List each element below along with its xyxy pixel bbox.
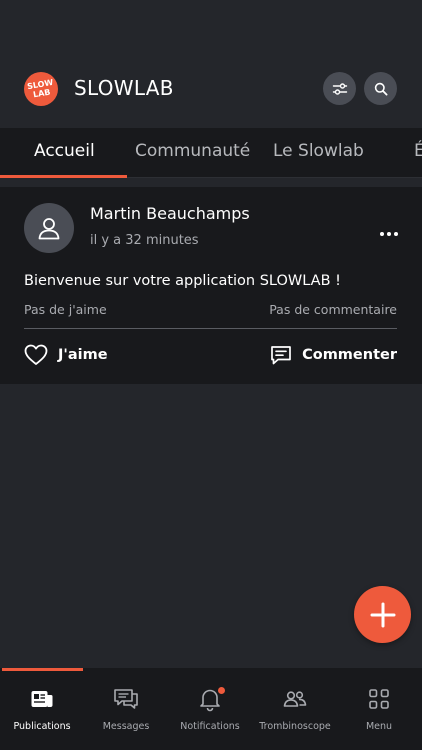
nav-label-messages: Messages — [102, 721, 150, 732]
nav-label-trombinoscope: Trombinoscope — [259, 721, 331, 732]
app-logo: SLOW LAB — [24, 72, 58, 106]
nav-label-menu: Menu — [365, 721, 393, 732]
tab-le-slowlab[interactable]: Le Slowlab — [273, 141, 364, 161]
create-post-button[interactable] — [354, 586, 411, 643]
comment-icon — [271, 346, 291, 365]
active-nav-indicator — [2, 668, 83, 671]
comments-count[interactable]: Pas de commentaire — [269, 302, 397, 317]
active-tab-indicator — [0, 175, 127, 178]
comment-label: Commenter — [302, 347, 397, 363]
tab-accueil[interactable]: Accueil — [34, 141, 95, 161]
bottom-nav: Publications Messages Notifications Trom… — [0, 668, 422, 750]
svg-text:LAB: LAB — [32, 87, 51, 99]
avatar[interactable] — [24, 203, 74, 253]
more-horizontal-icon — [380, 232, 398, 236]
newspaper-icon — [29, 686, 55, 712]
comment-button[interactable]: Commenter — [270, 342, 397, 368]
chat-bubbles-icon — [113, 686, 139, 712]
heart-icon — [24, 344, 48, 365]
likes-count[interactable]: Pas de j'aime — [24, 302, 107, 317]
like-label: J'aime — [58, 347, 108, 363]
post-author[interactable]: Martin Beauchamps — [90, 204, 250, 223]
tab-communaute[interactable]: Communauté — [135, 141, 250, 161]
nav-trombinoscope[interactable]: Trombinoscope — [253, 686, 337, 736]
post-divider — [24, 328, 397, 329]
logo-mark-icon: SLOW LAB — [27, 78, 55, 100]
user-icon — [38, 218, 60, 240]
filter-button[interactable] — [323, 72, 356, 105]
bell-icon — [197, 686, 225, 712]
post-text: Bienvenue sur votre application SLOWLAB … — [24, 273, 341, 289]
grid-icon — [366, 686, 392, 712]
search-icon — [374, 82, 388, 96]
people-icon — [282, 686, 308, 712]
more-options-button[interactable] — [378, 224, 400, 236]
sliders-icon — [332, 82, 347, 95]
nav-label-publications: Publications — [13, 721, 71, 732]
app-header: SLOW LAB SLOWLAB — [0, 64, 422, 114]
like-button[interactable]: J'aime — [24, 342, 108, 368]
nav-label-notifications: Notifications — [180, 721, 240, 732]
nav-notifications[interactable]: Notifications — [168, 686, 252, 736]
app-title: SLOWLAB — [74, 76, 174, 100]
nav-publications[interactable]: Publications — [0, 686, 84, 736]
tab-bar: Accueil Communauté Le Slowlab É — [0, 128, 422, 178]
notification-badge — [218, 687, 225, 694]
nav-menu[interactable]: Menu — [337, 686, 421, 736]
search-button[interactable] — [364, 72, 397, 105]
app-screen: SLOW LAB SLOWLAB Accueil Communauté Le S… — [0, 0, 422, 750]
post-card: Martin Beauchamps il y a 32 minutes Bien… — [0, 187, 422, 384]
post-time: il y a 32 minutes — [90, 233, 199, 248]
tab-partial[interactable]: É — [414, 141, 422, 161]
nav-messages[interactable]: Messages — [84, 686, 168, 736]
plus-icon — [370, 602, 395, 627]
